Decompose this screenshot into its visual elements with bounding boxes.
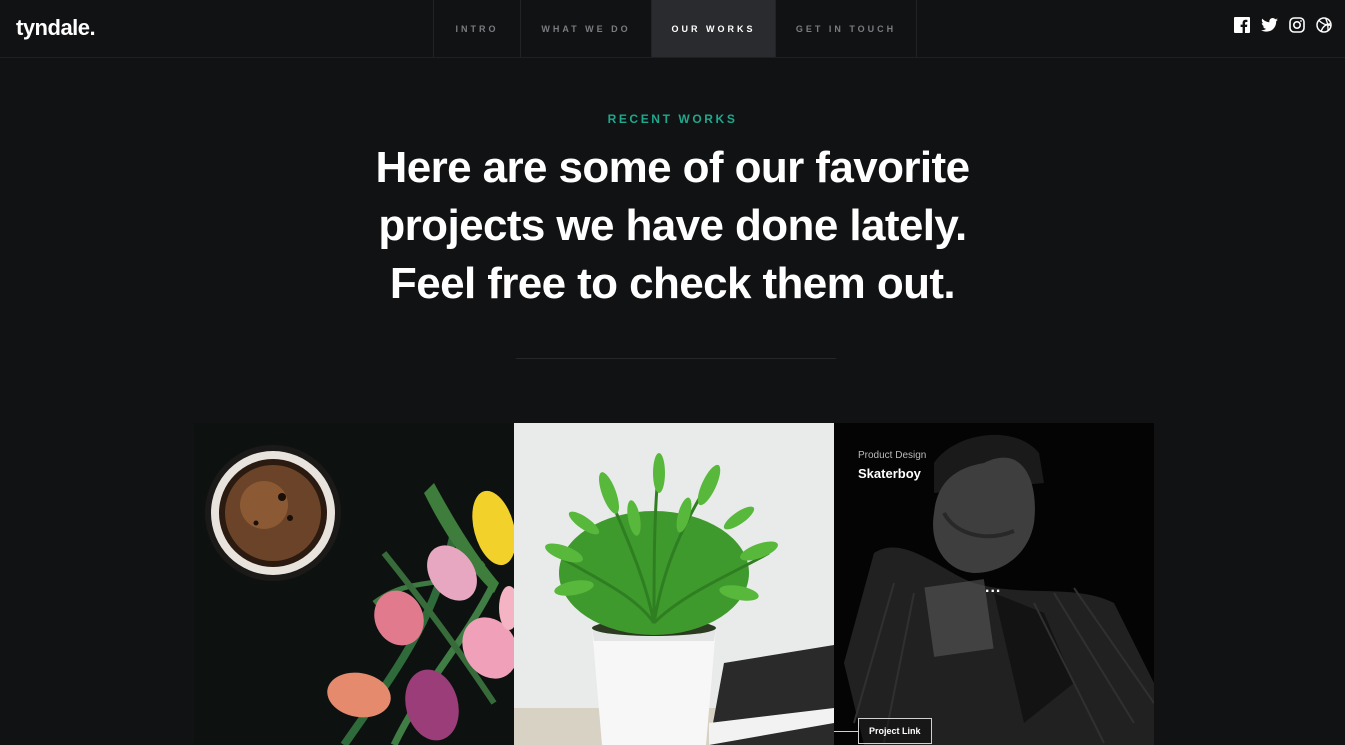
section-headline: Here are some of our favorite projects w… bbox=[375, 143, 971, 308]
twitter-icon[interactable] bbox=[1261, 18, 1278, 32]
coffee-tulips-image bbox=[194, 423, 514, 745]
potted-plant-image bbox=[514, 423, 834, 745]
instagram-icon[interactable] bbox=[1289, 17, 1305, 33]
facebook-icon[interactable] bbox=[1234, 17, 1250, 33]
section-divider bbox=[516, 358, 836, 359]
top-navigation-bar: tyndale. INTRO WHAT WE DO OUR WORKS GET … bbox=[0, 0, 1345, 58]
link-connector-line bbox=[834, 731, 858, 732]
work-title[interactable]: Skaterboy bbox=[858, 466, 921, 481]
work-card-coffee-tulips[interactable] bbox=[194, 423, 514, 745]
more-icon[interactable]: ... bbox=[985, 580, 1001, 596]
nav-item-intro[interactable]: INTRO bbox=[434, 0, 521, 57]
work-category: Product Design bbox=[858, 450, 927, 461]
work-card-potted-plant[interactable] bbox=[514, 423, 834, 745]
works-grid: Product Design Skaterboy ... Project Lin… bbox=[194, 423, 1154, 745]
nav-item-our-works[interactable]: OUR WORKS bbox=[652, 0, 776, 57]
work-card-skaterboy[interactable]: Product Design Skaterboy ... Project Lin… bbox=[834, 423, 1154, 745]
project-link-button[interactable]: Project Link bbox=[858, 718, 932, 744]
nav-item-what-we-do[interactable]: WHAT WE DO bbox=[521, 0, 652, 57]
nav-item-get-in-touch[interactable]: GET IN TOUCH bbox=[776, 0, 917, 57]
logo[interactable]: tyndale. bbox=[16, 15, 96, 41]
section-eyebrow: RECENT WORKS bbox=[607, 112, 738, 126]
main-nav: INTRO WHAT WE DO OUR WORKS GET IN TOUCH bbox=[433, 0, 917, 57]
social-links bbox=[1234, 17, 1332, 33]
dribbble-icon[interactable] bbox=[1316, 17, 1332, 33]
